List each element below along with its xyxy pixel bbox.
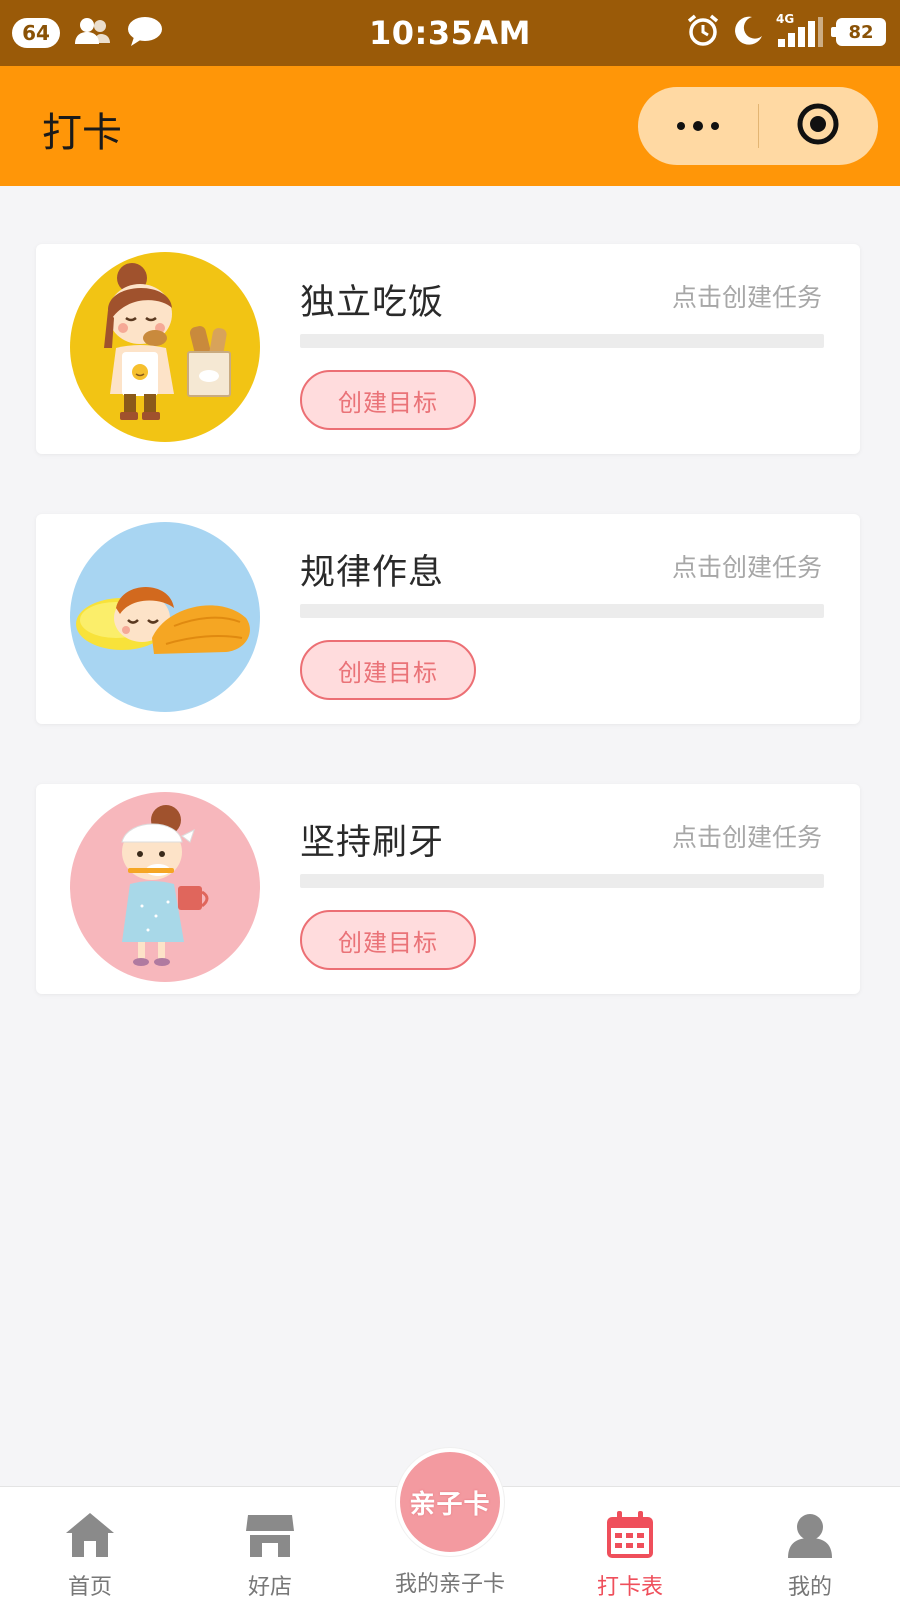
create-task-hint[interactable]: 点击创建任务 (672, 548, 822, 584)
family-card-bubble-text: 亲子卡 (409, 1489, 491, 1520)
store-icon (242, 1507, 298, 1563)
miniprogram-capsule (638, 87, 878, 165)
more-button[interactable] (638, 87, 758, 165)
task-progress-bar (300, 604, 824, 618)
more-dots-icon (675, 117, 721, 136)
calendar-icon (602, 1507, 658, 1563)
tab-label: 我的 (787, 1575, 832, 1600)
nav-bar: 打卡 (0, 66, 900, 186)
signal-icon: 4G (776, 12, 824, 49)
alarm-icon (686, 13, 720, 51)
status-right: 4G 82 (686, 12, 886, 51)
tab-checkin[interactable]: 打卡表 (580, 1487, 680, 1600)
task-image-sleep (70, 522, 260, 712)
profile-icon (782, 1507, 838, 1563)
task-progress-bar (300, 874, 824, 888)
moon-icon (732, 14, 764, 50)
close-target-icon (796, 102, 840, 150)
task-title: 规律作息 (300, 553, 445, 593)
family-card-bubble[interactable]: 亲子卡 (396, 1448, 504, 1556)
task-progress-bar (300, 334, 824, 348)
create-goal-button[interactable]: 创建目标 (300, 640, 476, 700)
create-task-hint[interactable]: 点击创建任务 (672, 818, 822, 854)
tab-home[interactable]: 首页 (40, 1487, 140, 1600)
tab-me[interactable]: 我的 (760, 1487, 860, 1600)
create-goal-button[interactable]: 创建目标 (300, 370, 476, 430)
page-title: 打卡 (42, 110, 122, 156)
task-card-eating[interactable]: 独立吃饭 点击创建任务 创建目标 (36, 244, 860, 454)
tab-label: 我的亲子卡 (394, 1572, 505, 1597)
home-icon (62, 1507, 118, 1563)
battery-icon: 82 (831, 18, 886, 46)
status-bar: 64 10:35AM 4G 82 (0, 0, 900, 66)
tab-my-family-card[interactable]: 亲子卡 我的亲子卡 (390, 1442, 510, 1600)
task-card-sleep[interactable]: 规律作息 点击创建任务 创建目标 (36, 514, 860, 724)
tab-label: 打卡表 (596, 1575, 663, 1600)
tab-label: 首页 (67, 1575, 112, 1600)
create-task-hint[interactable]: 点击创建任务 (672, 278, 822, 314)
task-image-eating (70, 252, 260, 442)
close-miniprogram-button[interactable] (759, 87, 879, 165)
tab-label: 好店 (247, 1575, 292, 1600)
create-goal-button[interactable]: 创建目标 (300, 910, 476, 970)
task-image-brushing (70, 792, 260, 982)
task-card-brushing[interactable]: 坚持刷牙 点击创建任务 创建目标 (36, 784, 860, 994)
tab-shop[interactable]: 好店 (220, 1487, 320, 1600)
task-title: 坚持刷牙 (300, 823, 445, 863)
task-title: 独立吃饭 (300, 283, 445, 323)
